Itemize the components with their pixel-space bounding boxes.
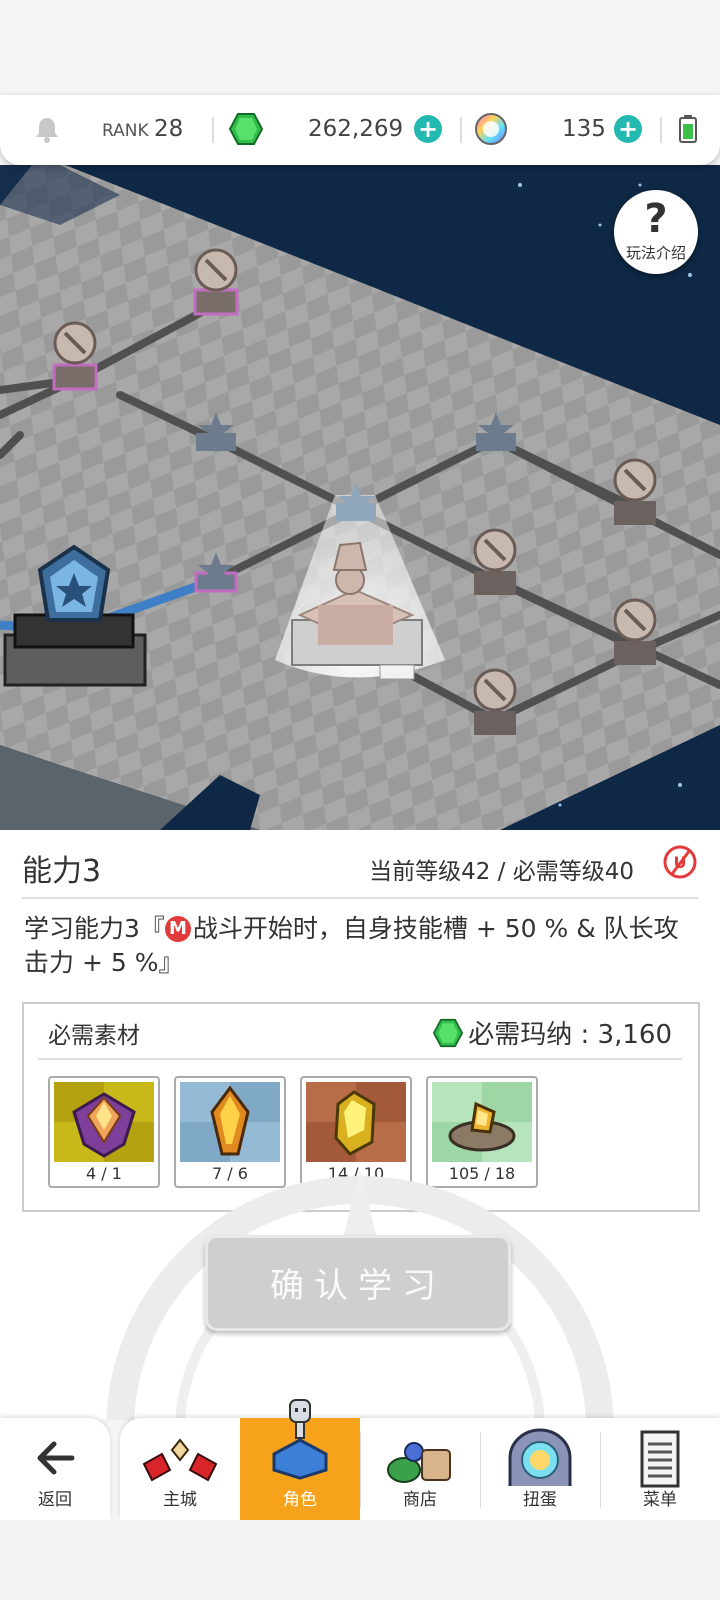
gem-icon: [433, 1018, 464, 1048]
tab-label: 商店: [403, 1490, 437, 1510]
battery-icon: [679, 115, 697, 143]
skill-tree-map[interactable]: [0, 165, 720, 830]
back-label: 返回: [38, 1490, 72, 1510]
rank-value: 28: [154, 116, 184, 142]
mana-requirement: 必需玛纳 : 3,160: [432, 1014, 672, 1051]
rainbow-orb-icon: [475, 113, 507, 145]
tab-label: 角色: [283, 1490, 317, 1510]
orb-count: 135: [562, 116, 606, 142]
top-resource-bar: RANK 28 262,269 + 135 +: [0, 95, 720, 165]
rank-label: RANK: [102, 121, 149, 141]
tab-character[interactable]: 角色: [240, 1399, 360, 1520]
character-icon: [272, 1399, 328, 1480]
mana-text: 必需玛纳 : 3,160: [468, 1020, 672, 1050]
description-prefix: 学习能力3『: [24, 914, 165, 943]
gacha-icon: [508, 1428, 572, 1486]
bell-icon[interactable]: [33, 115, 61, 145]
level-requirement: 当前等级42 / 必需等级40: [369, 859, 634, 885]
main-tab-bar: 主城 角色 商店 扭蛋 菜单: [120, 1399, 720, 1520]
question-icon: ?: [644, 196, 668, 242]
tab-shop[interactable]: 商店: [360, 1418, 480, 1520]
tab-label: 主城: [163, 1490, 197, 1510]
tab-gacha[interactable]: 扭蛋: [480, 1418, 600, 1520]
castle-icon: [142, 1438, 218, 1482]
tab-label: 扭蛋: [523, 1490, 557, 1510]
bottom-navigation: 返回 主城 角色 商店 扭蛋 菜单: [0, 1399, 720, 1520]
sword-node-icon: [193, 248, 239, 316]
tab-label: 菜单: [643, 1490, 677, 1510]
footer-area: [0, 1520, 720, 1600]
gem-count: 262,269: [308, 116, 404, 142]
tab-menu[interactable]: 菜单: [600, 1418, 720, 1520]
help-label: 玩法介绍: [625, 244, 686, 262]
back-button[interactable]: 返回: [0, 1418, 110, 1520]
help-button[interactable]: ? 玩法介绍: [614, 190, 698, 274]
materials-title: 必需素材: [48, 1023, 140, 1049]
no-prohibited-icon: U: [663, 845, 697, 879]
add-gems-button[interactable]: +: [414, 115, 442, 143]
m-badge-icon: M: [164, 916, 191, 942]
add-orbs-button[interactable]: +: [614, 115, 642, 143]
gem-icon: [228, 113, 264, 145]
shop-icon: [387, 1442, 451, 1483]
menu-icon: [640, 1430, 680, 1488]
confirm-learn-button[interactable]: 确认学习: [205, 1235, 511, 1331]
tab-main-city[interactable]: 主城: [120, 1418, 240, 1520]
skill-info-panel: 能力3 当前等级42 / 必需等级40 U 学习能力3『M战斗开始时，自身技能槽…: [0, 830, 720, 1420]
skill-title: 能力3: [22, 854, 102, 889]
back-arrow-icon: [37, 1441, 75, 1475]
skill-description: 学习能力3『 M 战斗开始时，自身技能槽 + 50 % & 队长攻击力 + 5 %』: [24, 912, 700, 980]
